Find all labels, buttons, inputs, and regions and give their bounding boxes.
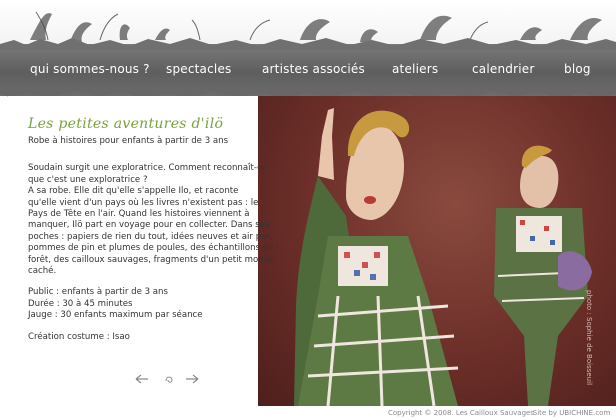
- description-line: que c'est une exploratrice ?: [28, 174, 148, 185]
- description-line: Soudain surgit une exploratrice. Comment…: [28, 163, 268, 174]
- page-subtitle: Robe à histoires pour enfants à partir d…: [28, 136, 229, 146]
- description-line: A sa robe. Elle dit qu'elle s'appelle Il…: [28, 186, 239, 197]
- nav-torn-edge-top: [0, 38, 616, 50]
- nav-item-qui-sommes-nous[interactable]: qui sommes-nous ?: [30, 62, 150, 76]
- swirl-icon: [165, 376, 173, 383]
- footer-site-by[interactable]: - Site by UBICHINE.com: [528, 409, 610, 417]
- description-line: pommes de pin et plumes de poules, des é…: [28, 243, 274, 254]
- next-arrow-icon[interactable]: [186, 374, 199, 384]
- description-line: forêt, des cailloux sauvages, fragments …: [28, 254, 275, 265]
- photo-illustration: [294, 108, 592, 406]
- detail-capacity: Jauge : 30 enfants maximum par séance: [28, 310, 203, 321]
- content-column: Les petites aventures d'ilö Robe à histo…: [22, 112, 275, 353]
- nav-item-blog[interactable]: blog: [564, 62, 591, 76]
- description-line: manquer, Ilö part en voyage pour en coll…: [28, 220, 270, 231]
- description-line: qu'elle vient d'un pays où les livres n'…: [28, 197, 259, 208]
- page-title: Les petites aventures d'ilö: [28, 116, 224, 132]
- description-paragraph: Soudain surgit une exploratrice. Comment…: [28, 163, 275, 277]
- costume-line: Création costume : Isao: [28, 331, 130, 342]
- detail-public: Public : enfants à partir de 3 ans: [28, 287, 168, 298]
- prev-arrow-icon[interactable]: [135, 374, 148, 384]
- nav-item-ateliers[interactable]: ateliers: [392, 62, 438, 76]
- page-navigation-arrows: [135, 374, 199, 384]
- show-details: Public : enfants à partir de 3 ans Durée…: [28, 287, 270, 321]
- detail-duration: Durée : 30 à 45 minutes: [28, 298, 133, 309]
- nav-item-spectacles[interactable]: spectacles: [166, 62, 231, 76]
- photo-credit: photo : Sophie de Boisseuil: [585, 290, 593, 386]
- show-photo: [258, 96, 616, 406]
- description-line: caché.: [28, 266, 57, 277]
- description-line: Pays de Tête en l'air. Quand les histoir…: [28, 209, 250, 220]
- footer: Copyright © 2008. Les Cailloux Sauvages …: [0, 406, 616, 420]
- nav-item-calendrier[interactable]: calendrier: [472, 62, 534, 76]
- nav-item-artistes-associes[interactable]: artistes associés: [262, 62, 365, 76]
- costume-credit: Création costume : Isao: [28, 332, 270, 343]
- description-line: poches : papiers de rien du tout, idées …: [28, 231, 273, 242]
- footer-copyright: Copyright © 2008. Les Cailloux Sauvages: [388, 409, 534, 417]
